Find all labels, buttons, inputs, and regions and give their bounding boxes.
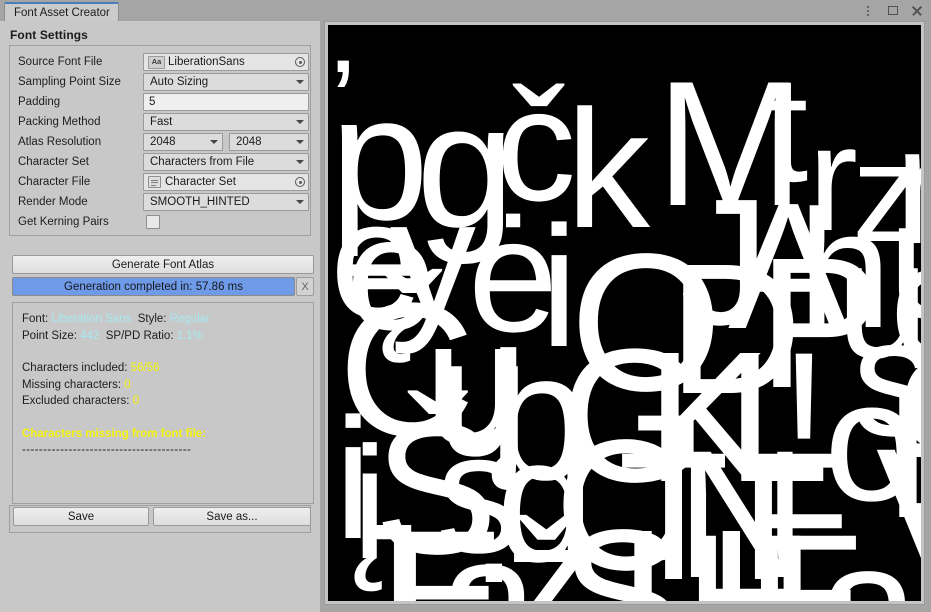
get-kerning-pairs-checkbox[interactable] <box>146 215 160 229</box>
tab-label: Font Asset Creator <box>14 7 110 19</box>
generation-progress-bar: Generation completed in: 57.86 ms <box>12 277 295 296</box>
info-missing-key: Missing characters: <box>22 379 121 391</box>
chevron-down-icon <box>296 80 304 84</box>
chevron-down-icon <box>296 160 304 164</box>
label-atlas-resolution: Atlas Resolution <box>18 132 101 152</box>
row-render-mode: Render Mode SMOOTH_HINTED <box>10 192 310 212</box>
save-as-button-label: Save as... <box>206 511 257 523</box>
generation-info-panel: Font: Liberation Sans Style: Regular Poi… <box>12 302 314 504</box>
info-style-value: Regular <box>170 313 210 325</box>
info-line-missing: Missing characters: 0 <box>22 377 304 394</box>
info-line-included: Characters included: 56/56 <box>22 360 304 377</box>
info-spacer-2 <box>22 410 304 426</box>
row-character-set: Character Set Characters from File <box>10 152 310 172</box>
row-get-kerning-pairs: Get Kerning Pairs <box>10 212 310 232</box>
info-point-size-key: Point Size: <box>22 330 77 342</box>
save-button[interactable]: Save <box>13 507 149 526</box>
character-file-value: Character Set <box>165 176 236 188</box>
font-asset-icon: Aa <box>148 56 165 69</box>
close-icon[interactable] <box>911 4 925 18</box>
label-get-kerning-pairs: Get Kerning Pairs <box>18 212 109 232</box>
settings-fields-group: Source Font File Aa LiberationSans Sampl… <box>9 45 311 236</box>
source-font-file-value: LiberationSans <box>168 56 245 68</box>
cancel-generation-label: X <box>301 281 308 293</box>
atlas-resolution-width-value: 2048 <box>150 136 176 148</box>
atlas-glyph: a <box>818 515 919 601</box>
render-mode-dropdown[interactable]: SMOOTH_HINTED <box>143 193 309 211</box>
info-font-value: Liberation Sans <box>51 313 131 325</box>
info-line-point-size: Point Size: 442 SP/PD Ratio: 1.1% <box>22 328 304 345</box>
chevron-down-icon <box>296 140 304 144</box>
atlas-resolution-width-dropdown[interactable]: 2048 <box>143 133 223 151</box>
label-packing-method: Packing Method <box>18 112 100 132</box>
save-button-label: Save <box>68 511 94 523</box>
label-source-font-file: Source Font File <box>18 52 102 72</box>
character-set-value: Characters from File <box>150 156 254 168</box>
label-render-mode: Render Mode <box>18 192 88 212</box>
label-character-set: Character Set <box>18 152 89 172</box>
info-excluded-value: 0 <box>133 395 139 407</box>
row-atlas-resolution: Atlas Resolution 2048 2048 <box>10 132 310 152</box>
generate-font-atlas-button[interactable]: Generate Font Atlas <box>12 255 314 274</box>
label-character-file: Character File <box>18 172 90 192</box>
character-set-dropdown[interactable]: Characters from File <box>143 153 309 171</box>
font-settings-header: Font Settings <box>10 28 88 42</box>
info-included-key: Characters included: <box>22 362 127 374</box>
info-missing-value: 0 <box>124 379 130 391</box>
generate-font-atlas-label: Generate Font Atlas <box>112 259 214 271</box>
character-file-field[interactable]: Character Set <box>143 173 309 191</box>
label-sampling-point-size: Sampling Point Size <box>18 72 121 92</box>
info-font-key: Font: <box>22 313 48 325</box>
object-picker-icon[interactable] <box>295 57 305 67</box>
row-character-file: Character File Character Set <box>10 172 310 192</box>
overflow-menu-icon[interactable] <box>861 4 875 18</box>
sampling-point-size-dropdown[interactable]: Auto Sizing <box>143 73 309 91</box>
row-packing-method: Packing Method Fast <box>10 112 310 132</box>
atlas-resolution-height-dropdown[interactable]: 2048 <box>229 133 309 151</box>
cancel-generation-button[interactable]: X <box>296 277 314 296</box>
source-font-file-field[interactable]: Aa LiberationSans <box>143 53 309 71</box>
label-padding: Padding <box>18 92 60 112</box>
info-missing-warning: Characters missing from font file: <box>22 426 304 443</box>
atlas-resolution-height-value: 2048 <box>236 136 262 148</box>
chevron-down-icon <box>296 120 304 124</box>
chevron-down-icon <box>210 140 218 144</box>
chevron-down-icon <box>296 200 304 204</box>
info-sppd-value: 1.1% <box>177 330 203 342</box>
maximize-icon[interactable] <box>886 4 900 18</box>
info-point-size-value: 442 <box>80 330 99 342</box>
generation-status-text: Generation completed in: 57.86 ms <box>64 281 243 293</box>
info-included-value: 56/56 <box>131 362 160 374</box>
packing-method-value: Fast <box>150 116 172 128</box>
info-excluded-key: Excluded characters: <box>22 395 129 407</box>
info-divider: ---------------------------------------- <box>22 442 304 459</box>
packing-method-dropdown[interactable]: Fast <box>143 113 309 131</box>
info-style-key: Style: <box>138 313 167 325</box>
render-mode-value: SMOOTH_HINTED <box>150 196 250 208</box>
save-as-button[interactable]: Save as... <box>153 507 311 526</box>
padding-value: 5 <box>149 96 155 108</box>
info-spacer <box>22 344 304 360</box>
font-asset-creator-window: Font Asset Creator Font Settings Source … <box>0 0 931 612</box>
row-padding: Padding 5 <box>10 92 310 112</box>
tab-font-asset-creator[interactable]: Font Asset Creator <box>4 2 119 21</box>
text-asset-icon <box>148 176 161 188</box>
row-sampling-point-size: Sampling Point Size Auto Sizing <box>10 72 310 92</box>
padding-input[interactable]: 5 <box>143 93 309 111</box>
row-source-font-file: Source Font File Aa LiberationSans <box>10 52 310 72</box>
font-atlas-preview-panel[interactable]: ’pgčkMtrzmeyęėiJAhuODPuclČubųGKLse!oBiŠš… <box>324 21 925 605</box>
info-sppd-key: SP/PD Ratio: <box>106 330 174 342</box>
window-controls <box>861 0 925 21</box>
info-line-font: Font: Liberation Sans Style: Regular <box>22 311 304 328</box>
window-titlebar: Font Asset Creator <box>0 0 931 21</box>
object-picker-icon[interactable] <box>295 177 305 187</box>
sampling-point-size-value: Auto Sizing <box>150 76 208 88</box>
font-atlas-texture: ’pgčkMtrzmeyęėiJAhuODPuclČubųGKLse!oBiŠš… <box>328 25 921 601</box>
font-settings-panel: Font Settings Source Font File Aa Libera… <box>0 21 320 612</box>
info-line-excluded: Excluded characters: 0 <box>22 393 304 410</box>
